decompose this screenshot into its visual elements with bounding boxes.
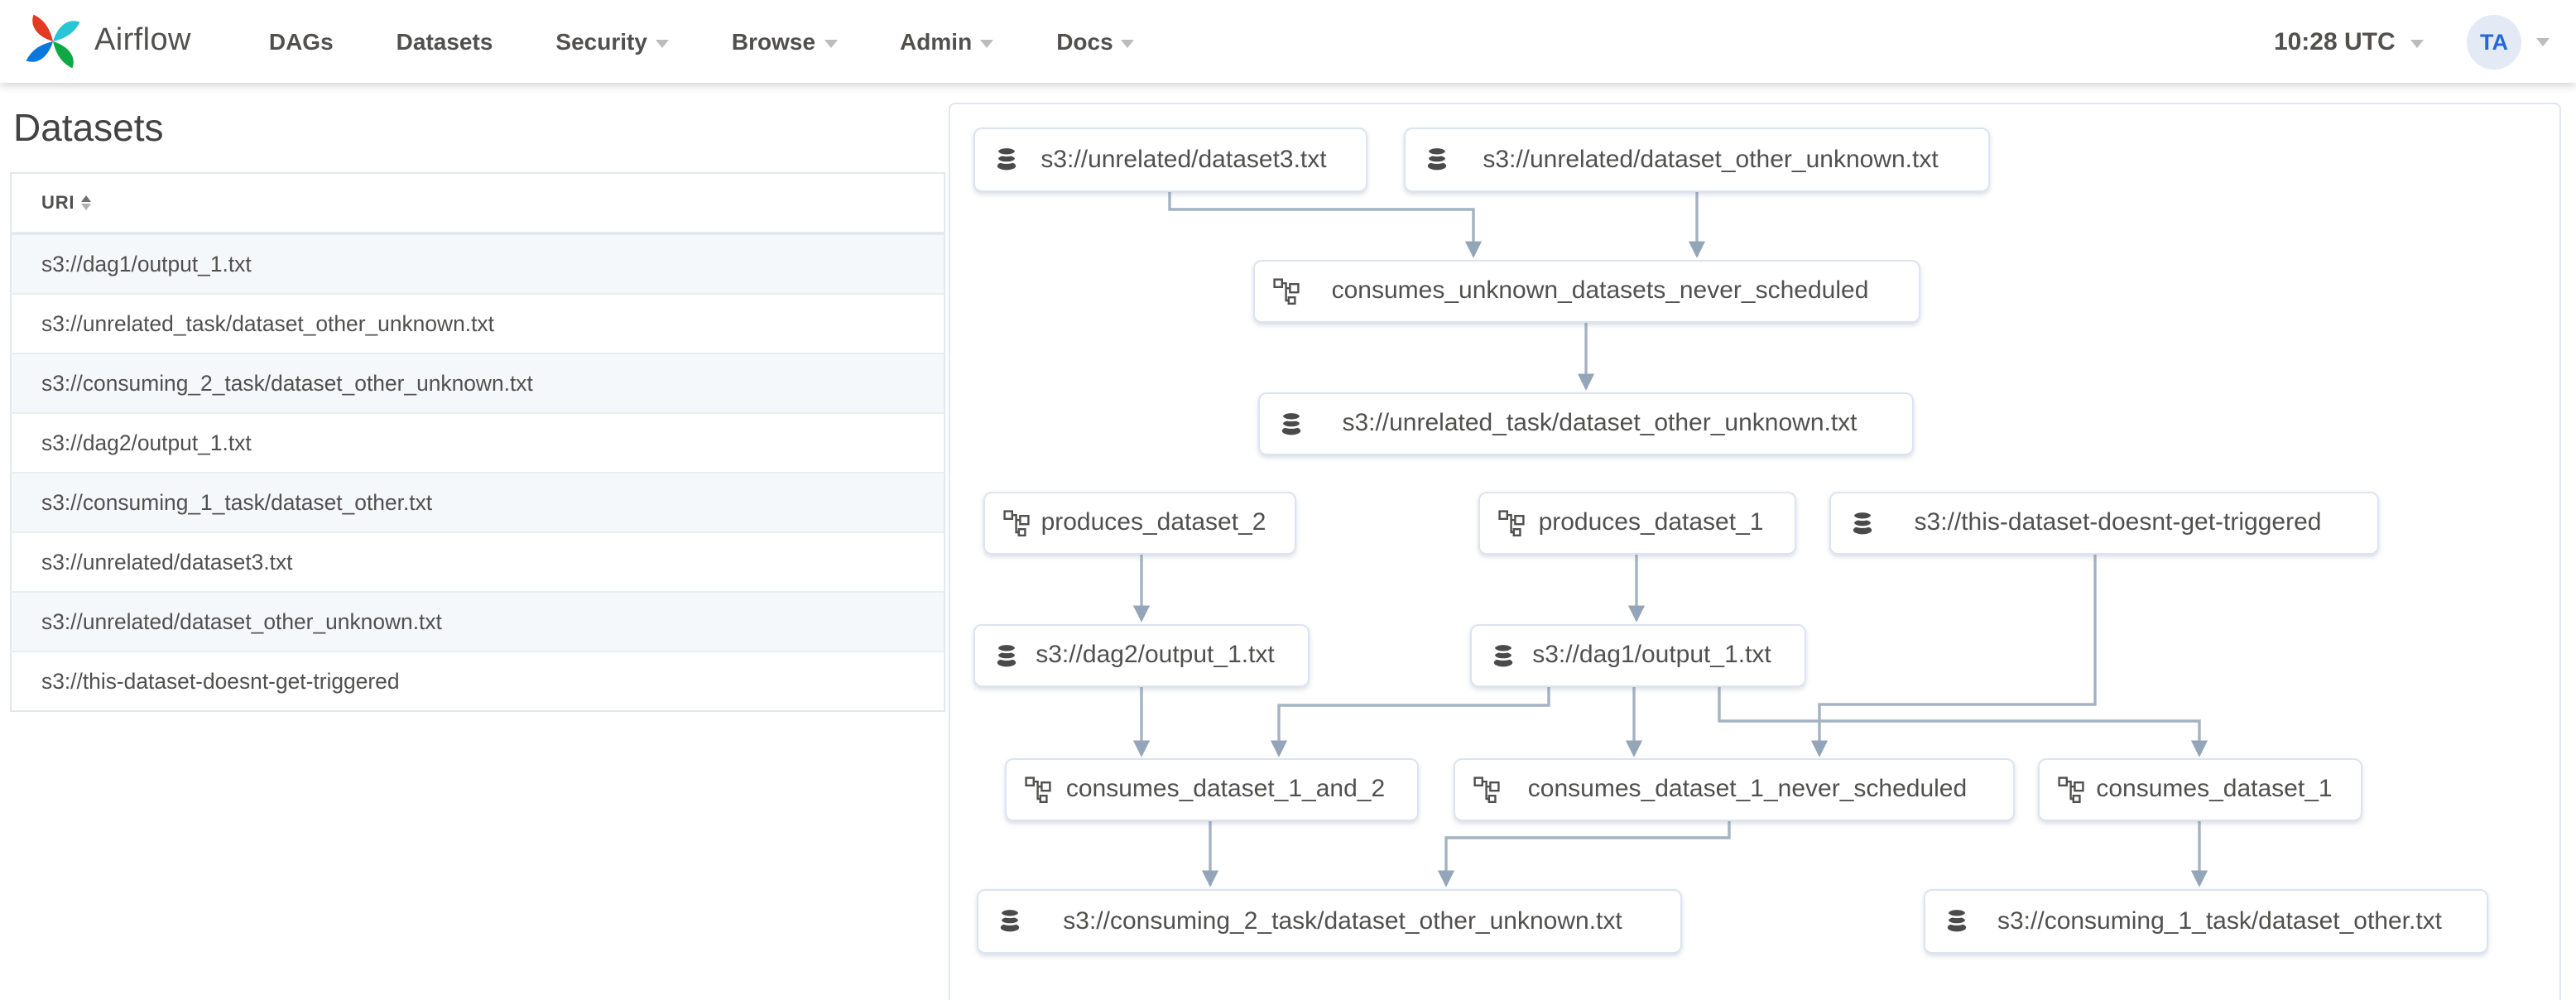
sort-icon [81,195,92,210]
edge-n9-to-n12 [1718,686,2208,757]
database-icon [1280,410,1301,435]
edge-n1-to-n3 [1168,191,1483,258]
user-menu-chevron-icon[interactable] [2536,37,2550,46]
database-icon [995,642,1016,666]
datasets-table: URI s3://dag1/output_1.txt s3://unrelate… [10,172,945,712]
edge-n11-to-n13 [1437,820,1731,887]
edge-n7-to-n11 [1810,554,2097,757]
chevron-down-icon [2410,39,2424,47]
node-label: produces_dataset_2 [1040,508,1266,537]
node-label: s3://dag2/output_1.txt [1036,641,1275,669]
column-header-uri[interactable]: URI [11,173,944,235]
table-row[interactable]: s3://consuming_2_task/dataset_other_unkn… [11,353,944,413]
nav-item-label: Admin [900,28,973,55]
dataset-uri-cell[interactable]: s3://consuming_1_task/dataset_other.txt [11,472,944,532]
graph-node-dataset[interactable]: s3://unrelated_task/dataset_other_unknow… [1257,392,1914,454]
graph-node-dag[interactable]: produces_dataset_2 [983,492,1295,554]
dataset-uri-cell[interactable]: s3://this-dataset-doesnt-get-triggered [11,651,944,711]
dag-icon [1003,509,1030,536]
database-icon [1851,510,1872,534]
graph-node-dataset[interactable]: s3://dag2/output_1.txt [973,623,1310,686]
dag-icon [1025,776,1051,803]
clock-label: 10:28 UTC [2273,27,2396,55]
dataset-uri-cell[interactable]: s3://dag2/output_1.txt [11,412,944,473]
table-row[interactable]: s3://dag2/output_1.txt [11,412,944,473]
column-header-label: URI [41,194,75,214]
nav-item-label: Security [555,28,647,55]
node-label: consumes_dataset_1_and_2 [1065,775,1386,804]
graph-node-dag[interactable]: consumes_unknown_datasets_never_schedule… [1252,259,1920,323]
navbar: Airflow DAGs Datasets Security Browse Ad… [0,0,2576,83]
dag-icon [1498,509,1525,536]
nav-item-datasets[interactable]: Datasets [365,28,525,55]
dag-icon [1272,277,1299,305]
airflow-datasets-page: Airflow DAGs Datasets Security Browse Ad… [0,0,2576,1000]
table-row[interactable]: s3://this-dataset-doesnt-get-triggered [11,651,944,711]
dataset-uri-cell[interactable]: s3://unrelated/dataset_other_unknown.txt [11,591,944,651]
node-label: consumes_unknown_datasets_never_schedule… [1331,276,1869,305]
timezone-selector[interactable]: 10:28 UTC [2274,27,2424,55]
graph-node-dataset[interactable]: s3://unrelated/dataset_other_unknown.txt [1403,127,1990,191]
table-row[interactable]: s3://unrelated/dataset3.txt [11,531,944,592]
graph-node-dataset[interactable]: s3://unrelated/dataset3.txt [973,127,1367,191]
dataset-uri-cell[interactable]: s3://dag1/output_1.txt [11,233,944,294]
node-label: consumes_dataset_1 [2096,775,2333,804]
node-label: s3://consuming_1_task/dataset_other.txt [1997,906,2442,935]
brand-name: Airflow [94,23,191,58]
database-icon [1945,907,1967,932]
dag-icon [1473,776,1499,803]
chevron-down-icon [824,40,838,48]
nav-item-label: DAGs [268,28,334,55]
dag-icon [2058,776,2084,803]
table-row[interactable]: s3://dag1/output_1.txt [11,233,944,294]
node-label: s3://dag1/output_1.txt [1532,641,1771,669]
node-label: s3://consuming_2_task/dataset_other_unkn… [1063,906,1622,935]
database-icon [998,907,1020,932]
nav-item-dags[interactable]: DAGs [238,28,365,55]
dataset-uri-cell[interactable]: s3://unrelated_task/dataset_other_unknow… [11,293,944,353]
airflow-pinwheel-icon [26,14,80,69]
nav-item-docs[interactable]: Docs [1025,28,1165,55]
nav-item-label: Datasets [396,28,493,55]
node-label: s3://this-dataset-doesnt-get-triggered [1914,508,2322,537]
chevron-down-icon [655,40,669,48]
dataset-dependency-graph: s3://unrelated/dataset3.txt s3://unrelat… [949,103,2561,1000]
dataset-uri-cell[interactable]: s3://consuming_2_task/dataset_other_unkn… [11,353,944,413]
nav-item-security[interactable]: Security [524,28,700,55]
table-row[interactable]: s3://unrelated_task/dataset_other_unknow… [11,293,944,353]
chevron-down-icon [1121,40,1135,48]
node-label: consumes_dataset_1_never_scheduled [1527,775,1968,804]
nav-item-label: Docs [1056,28,1113,55]
table-row[interactable]: s3://consuming_1_task/dataset_other.txt [11,472,944,532]
graph-node-dataset[interactable]: s3://consuming_2_task/dataset_other_unkn… [976,888,1681,953]
nav-item-label: Browse [731,28,816,55]
node-label: s3://unrelated/dataset3.txt [1040,145,1327,173]
database-icon [1425,146,1447,171]
user-initials: TA [2480,29,2508,54]
nav-item-admin[interactable]: Admin [868,28,1025,55]
dataset-uri-cell[interactable]: s3://unrelated/dataset3.txt [11,531,944,592]
graph-node-dag[interactable]: consumes_dataset_1_never_scheduled [1453,758,2014,820]
node-label: produces_dataset_1 [1538,508,1764,537]
node-label: s3://unrelated_task/dataset_other_unknow… [1342,409,1858,437]
node-label: s3://unrelated/dataset_other_unknown.txt [1483,145,1939,173]
table-row[interactable]: s3://unrelated/dataset_other_unknown.txt [11,591,944,651]
chevron-down-icon [980,40,994,48]
graph-node-dag[interactable]: produces_dataset_1 [1478,492,1795,554]
graph-node-dataset[interactable]: s3://this-dataset-doesnt-get-triggered [1829,492,2379,554]
airflow-logo[interactable]: Airflow [23,12,191,71]
page-title: Datasets [13,106,164,149]
nav-item-browse[interactable]: Browse [700,28,868,55]
database-icon [995,146,1016,171]
graph-node-dag[interactable]: consumes_dataset_1_and_2 [1005,758,1418,820]
nav-menu: DAGs Datasets Security Browse Admin Docs [238,0,1166,83]
graph-node-dataset[interactable]: s3://dag1/output_1.txt [1470,623,1805,686]
graph-node-dag[interactable]: consumes_dataset_1 [2038,758,2362,820]
user-avatar[interactable]: TA [2467,14,2521,69]
database-icon [1492,642,1514,666]
graph-node-dataset[interactable]: s3://consuming_1_task/dataset_other.txt [1923,888,2488,953]
edge-n9-to-n10 [1270,686,1550,757]
